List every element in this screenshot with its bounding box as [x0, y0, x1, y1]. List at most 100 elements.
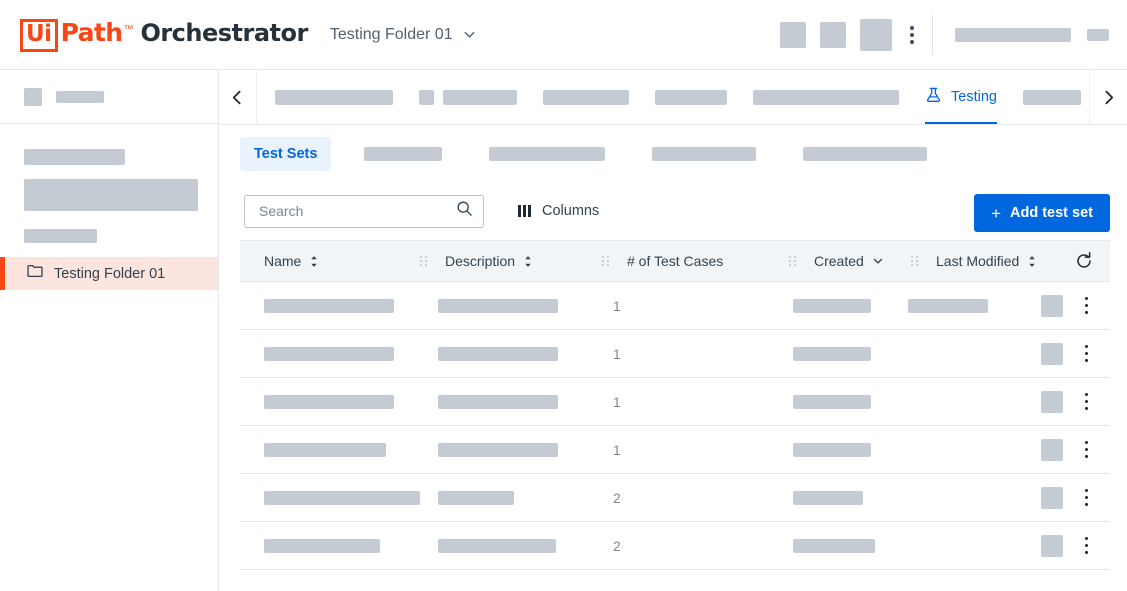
tab-placeholder-1[interactable]: [275, 70, 393, 124]
chevron-right-icon[interactable]: [1089, 70, 1127, 124]
subtab-placeholder-2[interactable]: [350, 137, 456, 171]
header-icon-1[interactable]: [780, 22, 806, 48]
row-status-icon[interactable]: [1040, 390, 1063, 413]
cell-created: [775, 298, 890, 313]
more-vertical-icon[interactable]: [1075, 531, 1099, 561]
table-row[interactable]: 1: [240, 426, 1110, 474]
cell-test-cases: 2: [613, 537, 621, 554]
table-row[interactable]: 1: [240, 282, 1110, 330]
sort-both-icon[interactable]: [523, 255, 533, 268]
trademark-icon: ™: [123, 23, 134, 35]
cell-actions: [1030, 339, 1110, 369]
subtab-label: [364, 146, 443, 161]
subtab-test-sets[interactable]: Test Sets: [240, 136, 332, 171]
column-header-last-modified[interactable]: Last Modified: [918, 253, 1058, 269]
tab-placeholder-2[interactable]: [419, 70, 517, 124]
table-row[interactable]: 1: [240, 378, 1110, 426]
subtab-placeholder-5[interactable]: [789, 137, 941, 171]
subtab-placeholder-3[interactable]: [475, 137, 619, 171]
cell-actions: [1030, 531, 1110, 561]
sidebar-item-3[interactable]: [24, 229, 97, 243]
column-resize-handle[interactable]: [602, 256, 609, 266]
cell-actions: [1030, 483, 1110, 513]
column-header-created[interactable]: Created: [796, 253, 911, 269]
cell-created: [775, 442, 890, 457]
tab-placeholder-3[interactable]: [543, 70, 629, 124]
chevron-down-icon: [462, 27, 477, 42]
tab-label: [543, 89, 629, 105]
add-test-set-button[interactable]: + Add test set: [974, 194, 1110, 232]
sidebar-top-label: [56, 90, 104, 103]
sidebar-item-testing-folder-01[interactable]: Testing Folder 01: [0, 257, 218, 290]
product-title: Orchestrator: [140, 18, 308, 47]
column-resize-handle[interactable]: [420, 256, 427, 266]
more-vertical-icon[interactable]: [1075, 435, 1099, 465]
subtab-placeholder-4[interactable]: [638, 137, 770, 171]
column-header-name-label: Name: [264, 253, 302, 269]
row-status-icon[interactable]: [1040, 534, 1063, 557]
redacted-description: [438, 538, 556, 553]
header-icon-3[interactable]: [860, 19, 892, 51]
table-header-actions: [1058, 251, 1110, 271]
sort-desc-icon[interactable]: [872, 255, 884, 267]
tab-placeholder-7[interactable]: [1022, 70, 1081, 124]
row-status-icon[interactable]: [1040, 294, 1063, 317]
sidebar-item-2[interactable]: [24, 179, 198, 211]
row-status-icon[interactable]: [1040, 342, 1063, 365]
cell-description: [420, 346, 595, 361]
table-row[interactable]: 1: [240, 330, 1110, 378]
uipath-logo[interactable]: Ui Path ™ Orchestrator: [20, 18, 308, 52]
cell-actions: [1030, 435, 1110, 465]
user-name-placeholder[interactable]: [955, 28, 1071, 42]
sidebar-item-1[interactable]: [24, 149, 125, 165]
column-header-description[interactable]: Description: [427, 253, 602, 269]
app-header: Ui Path ™ Orchestrator Testing Folder 01: [0, 0, 1127, 70]
table-row[interactable]: 2: [240, 474, 1110, 522]
column-resize-handle[interactable]: [911, 256, 918, 266]
folder-selector[interactable]: Testing Folder 01: [330, 26, 477, 44]
subtab-label: [489, 146, 606, 161]
row-status-icon[interactable]: [1040, 438, 1063, 461]
chevron-left-icon[interactable]: [219, 70, 257, 124]
table-row[interactable]: 2: [240, 522, 1110, 570]
columns-button[interactable]: Columns: [518, 203, 599, 219]
search-box[interactable]: [244, 194, 484, 228]
redacted-name: [264, 442, 386, 457]
header-icon-2[interactable]: [820, 22, 846, 48]
more-vertical-icon[interactable]: [902, 22, 922, 48]
tab-list: Testing: [257, 70, 1089, 124]
cell-name: [240, 394, 420, 409]
tab-placeholder-4[interactable]: [655, 70, 727, 124]
sort-both-icon[interactable]: [309, 255, 319, 268]
redacted-description: [438, 490, 514, 505]
column-resize-handle[interactable]: [789, 256, 796, 266]
search-icon[interactable]: [456, 200, 473, 222]
search-input[interactable]: [257, 202, 456, 220]
row-status-icon[interactable]: [1040, 486, 1063, 509]
subtab-test-sets-label: Test Sets: [254, 145, 318, 162]
tab-placeholder-5[interactable]: [753, 70, 899, 124]
more-vertical-icon[interactable]: [1075, 339, 1099, 369]
tab-testing[interactable]: Testing: [925, 70, 997, 124]
cell-name: [240, 346, 420, 361]
redacted-created: [793, 490, 863, 505]
redacted-description: [438, 442, 558, 457]
columns-icon: [518, 205, 531, 217]
redacted-name: [264, 298, 394, 313]
avatar[interactable]: [1087, 29, 1109, 41]
redacted-name: [264, 490, 420, 505]
cell-created: [775, 394, 890, 409]
tab-label: [1022, 89, 1081, 105]
subtab-label: [652, 146, 757, 161]
more-vertical-icon[interactable]: [1075, 387, 1099, 417]
refresh-icon[interactable]: [1074, 251, 1094, 271]
more-vertical-icon[interactable]: [1075, 291, 1099, 321]
sort-both-icon[interactable]: [1027, 255, 1037, 268]
cell-description: [420, 442, 595, 457]
more-vertical-icon[interactable]: [1075, 483, 1099, 513]
column-header-name[interactable]: Name: [240, 253, 420, 269]
table-toolbar: Columns + Add test set: [219, 182, 1127, 240]
redacted-created: [793, 298, 871, 313]
sidebar-top-item[interactable]: [0, 70, 218, 124]
column-header-test-cases[interactable]: # of Test Cases: [609, 253, 789, 269]
